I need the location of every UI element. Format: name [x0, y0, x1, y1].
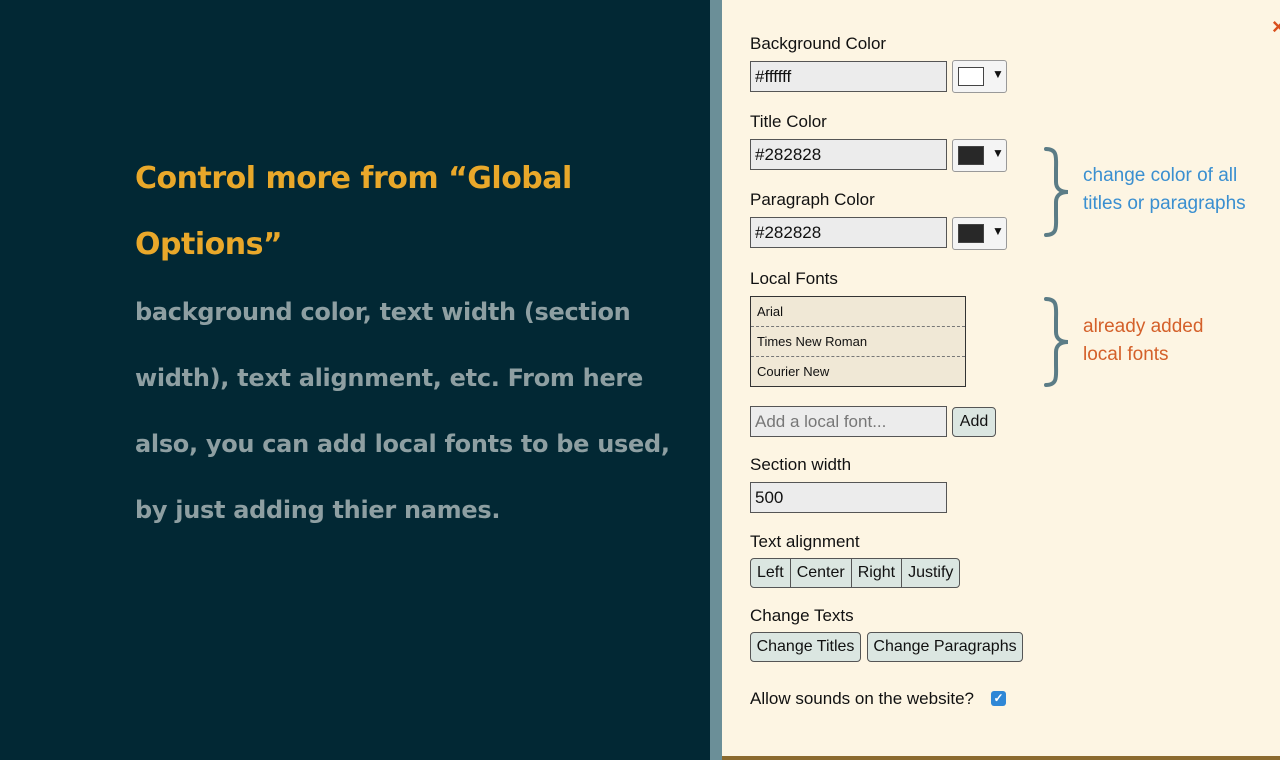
panel-divider: [710, 0, 722, 760]
chevron-down-icon: ▼: [992, 224, 1004, 238]
section-width-label: Section width: [750, 455, 852, 474]
paragraph-color-input[interactable]: [750, 217, 947, 248]
title-color-input[interactable]: [750, 139, 947, 170]
align-justify-button[interactable]: Justify: [902, 559, 959, 587]
align-center-button[interactable]: Center: [791, 559, 852, 587]
title-color-swatch: [958, 146, 984, 165]
background-color-picker[interactable]: ▼: [952, 60, 1007, 93]
allow-sounds-label: Allow sounds on the website?: [750, 689, 974, 708]
colors-annotation-line1: change color of all: [1083, 165, 1238, 186]
change-texts-label: Change Texts: [750, 606, 854, 625]
text-alignment-group: Left Center Right Justify: [750, 558, 961, 588]
local-fonts-label: Local Fonts: [750, 269, 838, 288]
paragraph-color-picker[interactable]: ▼: [952, 217, 1007, 250]
font-item-times-new-roman[interactable]: Times New Roman: [751, 327, 965, 357]
align-left-button[interactable]: Left: [751, 559, 791, 587]
slide-area: Control more from “Global Options” backg…: [0, 0, 710, 760]
slide-body: background color, text width (section wi…: [135, 298, 670, 524]
text-alignment-label: Text alignment: [750, 532, 860, 551]
panel-bottom-border: [722, 756, 1280, 760]
close-icon[interactable]: ×: [1272, 14, 1280, 40]
curly-brace-icon: [1044, 147, 1069, 237]
align-right-button[interactable]: Right: [852, 559, 903, 587]
font-item-courier-new[interactable]: Courier New: [751, 357, 965, 387]
slide-title: Control more from “Global Options”: [135, 161, 572, 262]
paragraph-color-label: Paragraph Color: [750, 190, 875, 209]
chevron-down-icon: ▼: [992, 67, 1004, 81]
font-item-arial[interactable]: Arial: [751, 297, 965, 327]
change-titles-button[interactable]: Change Titles: [750, 632, 861, 662]
fonts-annotation-line1: already added: [1083, 316, 1204, 337]
background-color-swatch: [958, 67, 984, 86]
title-color-picker[interactable]: ▼: [952, 139, 1007, 172]
colors-annotation-line2: titles or paragraphs: [1083, 193, 1246, 214]
chevron-down-icon: ▼: [992, 146, 1004, 160]
curly-brace-icon: [1044, 297, 1069, 387]
change-paragraphs-button[interactable]: Change Paragraphs: [867, 632, 1023, 662]
section-width-input[interactable]: [750, 482, 947, 513]
local-fonts-list[interactable]: Arial Times New Roman Courier New: [750, 296, 966, 387]
add-font-input[interactable]: [750, 406, 947, 437]
background-color-label: Background Color: [750, 34, 887, 53]
background-color-input[interactable]: [750, 61, 947, 92]
add-font-button[interactable]: Add: [952, 407, 996, 437]
allow-sounds-checkbox[interactable]: ✓: [991, 691, 1006, 706]
fonts-annotation-line2: local fonts: [1083, 344, 1169, 365]
paragraph-color-swatch: [958, 224, 984, 243]
fonts-annotation: already added local fonts: [1083, 313, 1203, 369]
colors-annotation: change color of all titles or paragraphs: [1083, 162, 1246, 218]
title-color-label: Title Color: [750, 112, 827, 131]
